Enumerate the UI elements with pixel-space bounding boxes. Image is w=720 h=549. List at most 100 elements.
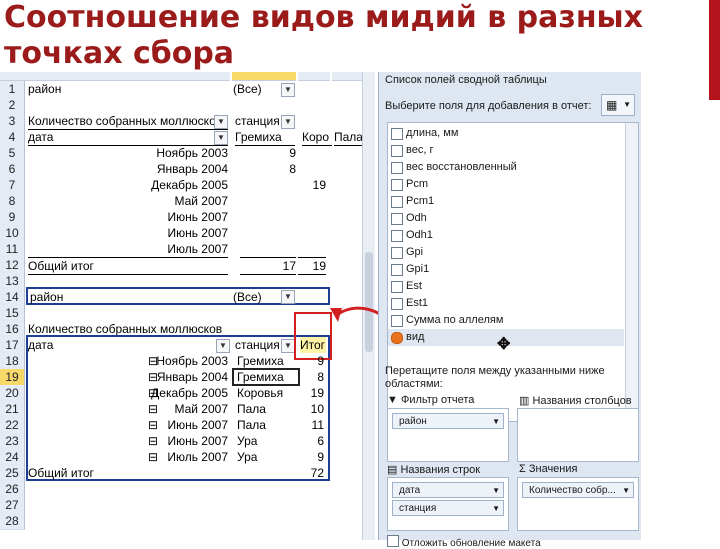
value-chip-label: Количество собр... [529, 485, 616, 496]
row-header[interactable]: 26 [0, 481, 25, 498]
pivot1-filter-value[interactable]: (Все) [233, 81, 279, 97]
field-list-item[interactable]: Сумма по аллелям [388, 312, 624, 329]
field-list-item[interactable]: Est [388, 278, 624, 295]
pivot1-row-value-2 [298, 193, 326, 209]
column-header-a[interactable] [24, 72, 230, 81]
field-checkbox[interactable] [391, 179, 403, 191]
row-chip-2[interactable]: станция ▼ [392, 500, 504, 516]
field-list-item[interactable]: длина, мм [388, 125, 624, 142]
row-header[interactable]: 23 [0, 433, 25, 450]
row-header[interactable]: 16 [0, 321, 25, 338]
field-list-item[interactable]: вес, г [388, 142, 624, 159]
value-chip[interactable]: Количество собр... ▼ [522, 482, 634, 498]
field-checkbox[interactable] [391, 315, 403, 327]
column-header-b[interactable] [232, 72, 296, 81]
field-checkbox[interactable] [391, 213, 403, 225]
row-header[interactable]: 22 [0, 417, 25, 434]
filter-icon: ▼ [387, 394, 401, 406]
field-list-item[interactable]: вес восстановленный [388, 159, 624, 176]
row-header[interactable]: 3 [0, 113, 25, 130]
field-list-item[interactable]: Odh [388, 210, 624, 227]
pivot1-col-dropdown-icon[interactable]: ▼ [281, 115, 295, 129]
row-header[interactable]: 4 [0, 129, 25, 146]
row-header[interactable]: 14 [0, 289, 25, 306]
defer-update-row[interactable]: Отложить обновление макета [387, 534, 541, 549]
pivot1-row-value-2 [298, 209, 326, 225]
field-checkbox[interactable] [391, 298, 403, 310]
row-chip-1[interactable]: дата ▼ [392, 482, 504, 498]
pivot2-station-field[interactable]: станция [235, 337, 285, 353]
pivot1-filter-dropdown-icon[interactable]: ▼ [281, 83, 295, 97]
field-checkbox[interactable] [391, 145, 403, 157]
row-header[interactable]: 19 [0, 369, 25, 386]
field-checkbox[interactable] [391, 281, 403, 293]
filter-chip[interactable]: район ▼ [392, 413, 504, 429]
row-header[interactable]: 5 [0, 145, 25, 162]
row-header[interactable]: 27 [0, 497, 25, 514]
pivot1-total-label: Общий итог [28, 257, 228, 275]
layout-options-button[interactable]: ▦ ▼ [601, 94, 635, 116]
field-label: Pcm [406, 178, 428, 190]
row-header[interactable]: 1 [0, 81, 25, 98]
row-header[interactable]: 7 [0, 177, 25, 194]
columns-drop-area[interactable] [517, 408, 639, 462]
row-header[interactable]: 18 [0, 353, 25, 370]
column-header-c[interactable] [298, 72, 330, 81]
field-checkbox[interactable] [391, 264, 403, 276]
row-header[interactable]: 2 [0, 97, 25, 114]
pivot1-row-field[interactable]: дата [28, 129, 228, 146]
column-header-d[interactable] [332, 72, 362, 81]
row-header[interactable]: 8 [0, 193, 25, 210]
field-list-item[interactable]: Gpi [388, 244, 624, 261]
filter-area-label: ▼ Фильтр отчета [387, 394, 474, 406]
pivot1-row-value-2: 19 [312, 178, 326, 192]
pivot1-data-dropdown-icon[interactable]: ▼ [214, 115, 228, 129]
field-label: Odh [406, 212, 427, 224]
pivot1-row-dropdown-icon[interactable]: ▼ [214, 131, 228, 145]
field-list-item[interactable]: Gpi1 [388, 261, 624, 278]
row-header[interactable]: 10 [0, 225, 25, 242]
pivot1-row-value-2 [298, 145, 326, 161]
field-checkbox[interactable] [391, 128, 403, 140]
filter-drop-area[interactable]: район ▼ [387, 408, 509, 462]
field-checkbox[interactable] [391, 230, 403, 242]
pivot2-filter-value[interactable]: (Все) [233, 289, 279, 305]
pivot2-row-total: 8 [317, 370, 324, 384]
row-header[interactable]: 17 [0, 337, 25, 354]
row-header[interactable]: 6 [0, 161, 25, 178]
defer-checkbox[interactable] [387, 535, 399, 547]
pivot2-station-dropdown-icon[interactable]: ▼ [281, 339, 295, 353]
pivot1-row-value-1 [240, 177, 296, 193]
row-header[interactable]: 24 [0, 449, 25, 466]
field-checkbox[interactable] [391, 247, 403, 259]
field-list-item[interactable]: Odh1 [388, 227, 624, 244]
accent-bar [709, 0, 720, 100]
pivot1-row-date: Июнь 2007 [167, 210, 228, 224]
row-header[interactable]: 12 [0, 257, 25, 274]
pivot2-row-dropdown-icon[interactable]: ▼ [216, 339, 230, 353]
pivot2-row-field[interactable]: дата [28, 337, 228, 353]
field-list-item[interactable]: Pcm1 [388, 193, 624, 210]
row-header[interactable]: 15 [0, 305, 25, 322]
pivot1-row-value-2 [298, 241, 326, 257]
row-header[interactable]: 11 [0, 241, 25, 258]
row-header[interactable]: 25 [0, 465, 25, 482]
active-cell[interactable] [232, 368, 300, 386]
row-header[interactable]: 21 [0, 401, 25, 418]
row-header[interactable]: 9 [0, 209, 25, 226]
slide-title-line-2: точках сбора [4, 36, 235, 71]
values-drop-area[interactable]: Количество собр... ▼ [517, 477, 639, 531]
row-header[interactable]: 20 [0, 385, 25, 402]
field-list-item[interactable]: Est1 [388, 295, 624, 312]
rows-drop-area[interactable]: дата ▼ станция ▼ [387, 477, 509, 531]
row-header[interactable]: 13 [0, 273, 25, 290]
select-all-corner[interactable] [0, 72, 24, 81]
pivot1-row-date: Декабрь 2005 [151, 178, 228, 192]
row-header[interactable]: 28 [0, 513, 25, 530]
pivot2-filter-dropdown-icon[interactable]: ▼ [281, 290, 295, 304]
field-list-item[interactable]: Pcm [388, 176, 624, 193]
field-checkbox[interactable] [391, 196, 403, 208]
field-checkbox[interactable] [391, 162, 403, 174]
field-checkbox[interactable] [391, 332, 403, 344]
pivot2-total-value: 72 [310, 466, 324, 480]
